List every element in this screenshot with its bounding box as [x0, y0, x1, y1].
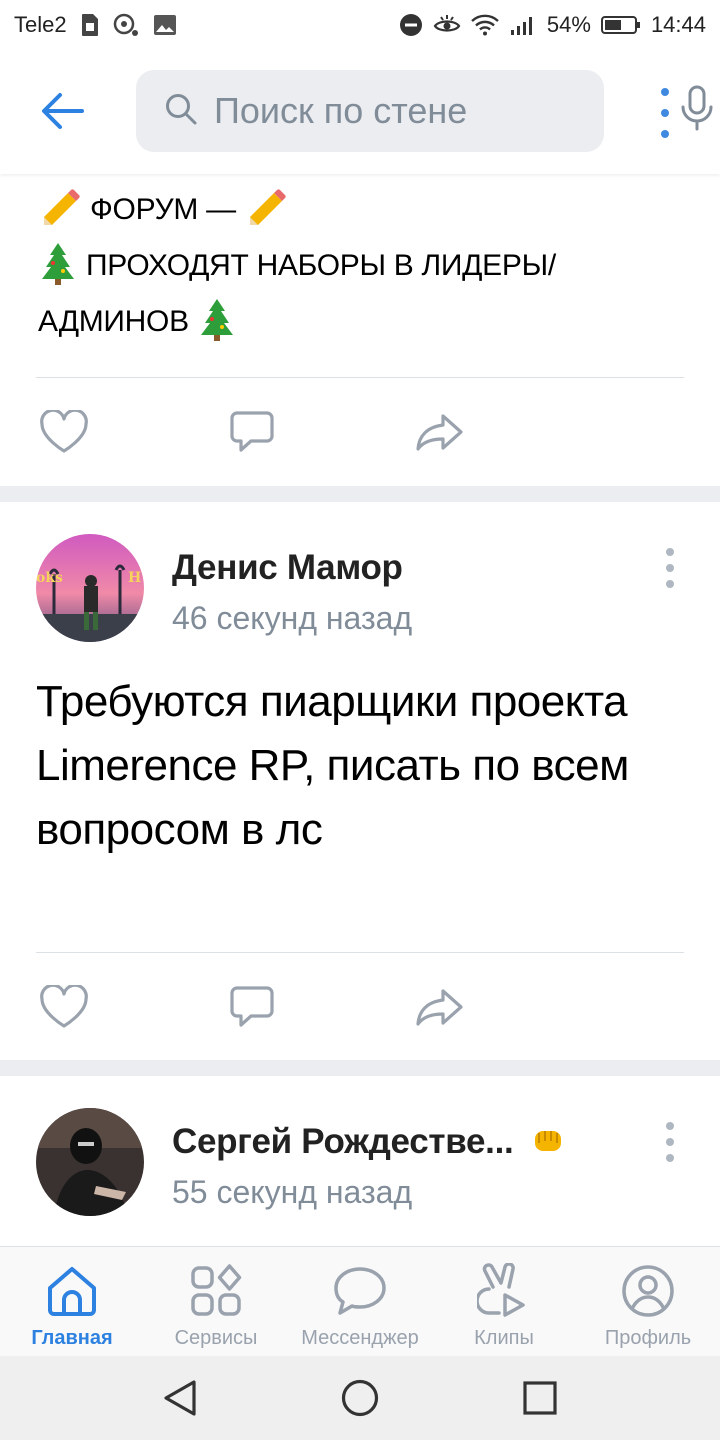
system-nav-bar — [0, 1356, 720, 1440]
tab-services[interactable]: Сервисы — [158, 1247, 274, 1357]
more-menu-button[interactable] — [648, 88, 682, 138]
post-author-name: Сергей Рождестве... — [172, 1122, 514, 1161]
post-actions — [38, 982, 498, 1032]
divider — [36, 377, 684, 378]
fist-emoji-icon — [523, 1122, 565, 1161]
nav-back-button[interactable] — [158, 1376, 202, 1420]
battery-percent: 54% — [546, 12, 591, 37]
dot — [666, 564, 674, 572]
status-bar: Tele2 54% 14:44 — [0, 0, 720, 50]
circle-home-icon — [341, 1379, 379, 1417]
comment-button[interactable] — [226, 407, 278, 457]
dot — [666, 1138, 674, 1146]
nav-recents-button[interactable] — [518, 1376, 562, 1420]
post-options-button[interactable] — [660, 548, 680, 588]
tab-messenger[interactable]: Мессенджер — [290, 1247, 430, 1357]
arrow-left-icon — [42, 93, 84, 129]
post-text: Требуются пиарщики проекта Limerence RP,… — [36, 677, 629, 854]
dot — [666, 1154, 674, 1162]
christmas-tree-icon — [38, 243, 86, 285]
carrier-label: Tele2 — [14, 12, 67, 37]
tab-label: Клипы — [474, 1327, 534, 1349]
post-time: 46 секунд назад — [172, 600, 413, 636]
wifi-icon — [471, 14, 499, 36]
avatar[interactable] — [36, 1108, 144, 1216]
tab-label: Мессенджер — [301, 1327, 419, 1349]
triangle-back-icon — [164, 1380, 196, 1416]
heart-icon — [40, 985, 88, 1028]
like-button[interactable] — [38, 982, 90, 1032]
tab-clips[interactable]: Клипы — [446, 1247, 562, 1357]
tab-label: Сервисы — [174, 1327, 258, 1349]
like-button[interactable] — [38, 407, 90, 457]
share-icon — [416, 414, 463, 451]
nav-home-button[interactable] — [338, 1376, 382, 1420]
comment-button[interactable] — [226, 982, 278, 1032]
post-options-button[interactable] — [660, 1122, 680, 1162]
do-not-disturb-icon — [399, 13, 423, 37]
post-actions — [38, 407, 498, 457]
share-button[interactable] — [414, 407, 466, 457]
avatar[interactable]: oks H — [36, 534, 144, 642]
post-text-line: ФОРУМ — — [38, 182, 288, 238]
hotspot-icon — [113, 13, 139, 37]
comment-icon — [230, 986, 274, 1027]
svg-text:oks: oks — [36, 570, 63, 586]
comment-icon — [230, 411, 274, 452]
post-text-line: ПРОХОДЯТ НАБОРЫ В ЛИДЕРЫ/ — [38, 238, 556, 294]
post-author[interactable]: Сергей Рождестве... — [172, 1122, 565, 1162]
services-icon — [186, 1261, 246, 1321]
search-box[interactable] — [136, 70, 713, 152]
post-text-line: АДМИНОВ — [38, 294, 237, 350]
eye-comfort-icon — [433, 14, 461, 36]
dot — [666, 580, 674, 588]
clock: 14:44 — [650, 12, 706, 37]
dot — [661, 109, 669, 117]
square-recents-icon — [523, 1381, 557, 1415]
pencil-icon — [244, 189, 288, 226]
dot — [666, 1122, 674, 1130]
bottom-tab-bar: Главная Сервисы Мессенджер Клипы Профиль — [0, 1246, 720, 1356]
heart-icon — [40, 410, 88, 453]
dot — [661, 130, 669, 138]
post-card: Сергей Рождестве... 55 секунд назад — [0, 1076, 720, 1266]
back-button[interactable] — [32, 86, 92, 136]
dot — [661, 88, 669, 96]
post-author[interactable]: Денис Мамор — [172, 548, 403, 588]
battery-icon — [600, 15, 641, 35]
microphone-icon[interactable] — [679, 85, 715, 138]
post-line: ФОРУМ — — [90, 193, 236, 226]
share-button[interactable] — [414, 982, 466, 1032]
post-time: 55 секунд назад — [172, 1174, 413, 1210]
profile-icon — [618, 1261, 678, 1321]
post-card: ФОРУМ — ПРОХОДЯТ НАБОРЫ В ЛИДЕРЫ/ АДМИНО… — [0, 174, 720, 486]
pencil-icon — [38, 189, 90, 226]
christmas-tree-icon — [197, 299, 237, 341]
tab-label: Главная — [31, 1327, 113, 1349]
tab-home[interactable]: Главная — [14, 1247, 130, 1357]
clips-icon — [474, 1261, 534, 1321]
tab-profile[interactable]: Профиль — [590, 1247, 706, 1357]
sim-card-icon — [81, 13, 99, 37]
svg-text:H: H — [128, 570, 141, 586]
app-header — [0, 50, 720, 174]
post-line: АДМИНОВ — [38, 305, 189, 338]
screen: Tele2 54% 14:44 Поиск по стене ФОРУМ — П… — [0, 0, 720, 1440]
tab-label: Профиль — [604, 1327, 692, 1349]
post-card: oks H Денис Мамор 46 секунд назад Требую… — [0, 502, 720, 1060]
post-line: ПРОХОДЯТ НАБОРЫ В ЛИДЕРЫ/ — [86, 249, 556, 282]
divider — [36, 952, 684, 953]
gallery-icon — [153, 14, 177, 36]
messenger-icon — [330, 1261, 390, 1321]
search-input[interactable] — [214, 90, 679, 132]
home-icon — [42, 1261, 102, 1321]
share-icon — [416, 989, 463, 1026]
signal-icon — [509, 14, 537, 36]
dot — [666, 548, 674, 556]
search-icon — [164, 92, 198, 131]
